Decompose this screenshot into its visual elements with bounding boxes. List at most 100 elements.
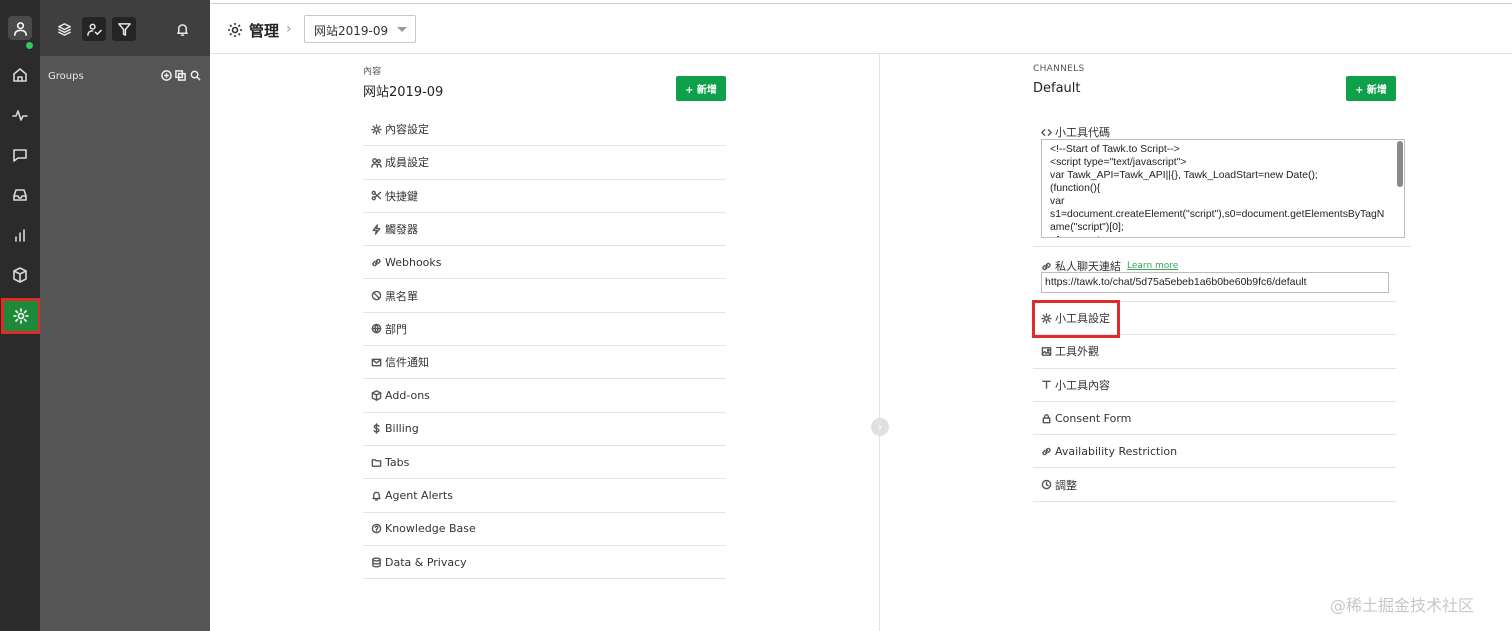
folder-icon — [371, 457, 382, 468]
widget-code-label: 小工具代碼 — [1041, 124, 1110, 140]
menu-item-label: 黑名單 — [385, 289, 418, 303]
menu-item-5[interactable]: 調整 — [1033, 468, 1396, 502]
question-icon — [371, 523, 382, 534]
image-icon — [1041, 346, 1052, 357]
icon-rail — [0, 0, 41, 631]
add-group-button[interactable] — [161, 70, 172, 81]
home-nav-button[interactable] — [0, 55, 40, 95]
code-scrollbar[interactable] — [1397, 141, 1403, 187]
link-icon — [1041, 446, 1052, 457]
globe-icon — [371, 323, 382, 334]
agents-filter-button[interactable] — [82, 17, 106, 41]
user-avatar-icon — [13, 21, 27, 36]
search-icon — [190, 70, 201, 81]
reporting-nav-button[interactable] — [0, 215, 40, 255]
menu-item-8[interactable]: Add-ons — [363, 379, 726, 413]
messaging-nav-button[interactable] — [0, 135, 40, 175]
scissors-icon — [371, 190, 382, 201]
link-icon — [371, 257, 382, 268]
menu-item-12[interactable]: Knowledge Base — [363, 513, 726, 546]
copy-group-button[interactable] — [175, 70, 186, 81]
menu-item-2[interactable]: 小工具內容 — [1033, 369, 1396, 402]
menu-item-label: Availability Restriction — [1055, 444, 1178, 458]
menu-item-label: Add-ons — [385, 389, 430, 403]
menu-item-1[interactable]: 成員設定 — [363, 146, 726, 180]
users-icon — [371, 157, 382, 168]
bell-icon — [371, 490, 382, 501]
copy-icon — [175, 70, 186, 81]
settings-gear-icon — [13, 308, 29, 324]
chevron-down-icon — [397, 27, 407, 32]
menu-item-label: Data & Privacy — [385, 555, 467, 569]
property-select[interactable]: 网站2019-09 — [304, 15, 416, 43]
user-check-icon — [86, 23, 102, 36]
learn-more-link[interactable]: Learn more — [1127, 261, 1178, 271]
menu-item-13[interactable]: Data & Privacy — [363, 546, 726, 580]
chevron-right-icon: › — [877, 420, 883, 434]
menu-item-3[interactable]: 觸發器 — [363, 213, 726, 247]
admin-settings-nav-button[interactable] — [1, 298, 41, 334]
user-avatar-button[interactable] — [0, 8, 40, 50]
watermark: @稀土掘金技术社区 — [1330, 596, 1475, 615]
header-gear-icon — [227, 22, 243, 38]
dollar-icon — [371, 423, 382, 435]
menu-item-1[interactable]: 工具外觀 — [1033, 335, 1396, 369]
menu-item-label: 工具外觀 — [1055, 345, 1099, 359]
filter-button[interactable] — [112, 17, 136, 41]
menu-item-3[interactable]: Consent Form — [1033, 402, 1396, 436]
menu-item-4[interactable]: Webhooks — [363, 246, 726, 280]
inbox-nav-button[interactable] — [0, 175, 40, 215]
menu-item-label: Billing — [385, 422, 419, 436]
divider-line — [1033, 246, 1411, 247]
menu-item-11[interactable]: Agent Alerts — [363, 479, 726, 513]
clock-icon — [1041, 479, 1052, 490]
home-icon — [13, 68, 27, 82]
menu-item-2[interactable]: 快捷鍵 — [363, 180, 726, 213]
online-status-dot — [25, 41, 34, 50]
property-name: 网站2019-09 — [363, 85, 444, 100]
menu-item-label: Consent Form — [1055, 411, 1132, 425]
add-channel-button[interactable]: + 新增 — [1346, 76, 1396, 101]
add-property-button[interactable]: + 新增 — [676, 76, 726, 101]
property-settings-menu: 內容設定成員設定快捷鍵觸發器 Webhooks 黑名單部門信件通知 Add-ons Bi… — [363, 113, 726, 580]
menu-item-4[interactable]: Availability Restriction — [1033, 435, 1396, 469]
menu-item-6[interactable]: 部門 — [363, 313, 726, 347]
link-icon — [1041, 261, 1052, 272]
menu-item-label: 部門 — [385, 322, 407, 336]
menu-item-10[interactable]: Tabs — [363, 446, 726, 480]
plus-circle-icon — [161, 70, 172, 81]
cube-icon — [371, 390, 382, 401]
search-group-button[interactable] — [190, 70, 201, 81]
lightning-icon — [371, 223, 382, 235]
menu-item-0[interactable]: 內容設定 — [363, 113, 726, 147]
panel-toolbar — [40, 0, 210, 56]
addons-nav-button[interactable] — [0, 255, 40, 295]
monitoring-nav-button[interactable] — [0, 95, 40, 135]
collapse-panel-button[interactable]: › — [871, 418, 889, 436]
menu-item-label: 成員設定 — [385, 156, 429, 170]
highlight-box — [1032, 300, 1120, 338]
notifications-button[interactable] — [170, 17, 194, 41]
activity-icon — [12, 110, 28, 121]
chat-icon — [13, 149, 27, 162]
widget-code-textarea[interactable]: <!--Start of Tawk.to Script--> <script t… — [1041, 139, 1405, 238]
bar-chart-icon — [15, 229, 25, 242]
page-title: 管理 — [249, 22, 280, 40]
menu-item-7[interactable]: 信件通知 — [363, 346, 726, 380]
gear-icon — [371, 123, 382, 135]
database-icon — [371, 557, 382, 568]
channel-name: Default — [1033, 81, 1081, 96]
menu-item-5[interactable]: 黑名單 — [363, 279, 726, 313]
layers-button[interactable] — [52, 17, 76, 41]
menu-item-label: 調整 — [1055, 478, 1077, 492]
menu-item-9[interactable]: Billing — [363, 413, 726, 446]
code-icon — [1041, 127, 1052, 138]
breadcrumb-chevron-icon: › — [286, 21, 292, 37]
avatar — [8, 16, 32, 40]
menu-item-label: 快捷鍵 — [385, 189, 418, 203]
widget-code-label-text: 小工具代碼 — [1055, 126, 1110, 139]
chat-link-field[interactable]: https://tawk.to/chat/5d75a5ebeb1a6b0be60… — [1041, 272, 1389, 293]
menu-item-label: Agent Alerts — [385, 488, 453, 502]
widget-code-text: <!--Start of Tawk.to Script--> <script t… — [1050, 144, 1385, 237]
menu-item-label: Webhooks — [385, 255, 442, 269]
